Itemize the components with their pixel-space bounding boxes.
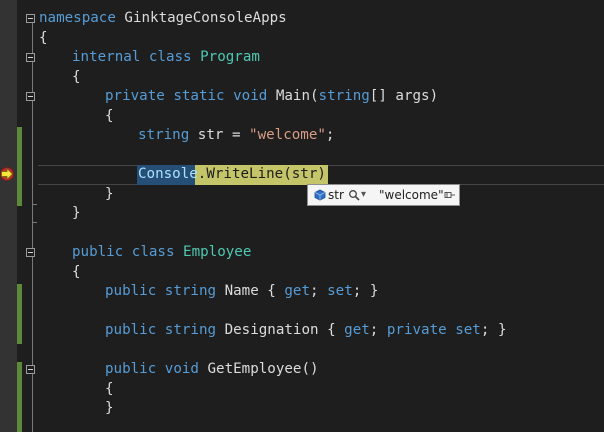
identifier: str = bbox=[189, 127, 250, 143]
variable-icon bbox=[314, 189, 326, 201]
keyword: get bbox=[284, 283, 311, 299]
code-line-name-prop[interactable]: public string Name { get; set; } bbox=[105, 282, 378, 302]
code-line-brace[interactable]: { bbox=[39, 29, 48, 49]
change-tracking-bar bbox=[17, 0, 22, 432]
collapse-minus-icon[interactable] bbox=[26, 92, 35, 101]
code-line-class-program[interactable]: internal class Program bbox=[72, 48, 260, 68]
code-line-designation-prop[interactable]: public string Designation { get; private… bbox=[105, 321, 506, 341]
keyword: public void bbox=[105, 361, 199, 377]
change-bar bbox=[17, 166, 22, 206]
code-editor[interactable]: namespace GinktageConsoleApps { internal… bbox=[0, 0, 604, 432]
code-line-writeline[interactable]: Console.WriteLine(str); bbox=[138, 165, 334, 185]
punctuation: ; } bbox=[352, 283, 379, 299]
identifier: [] args) bbox=[369, 88, 439, 104]
fold-end-tick bbox=[32, 222, 37, 223]
keyword: set bbox=[327, 283, 353, 299]
brace: { bbox=[72, 69, 81, 85]
code-line-string-decl[interactable]: string str = "welcome"; bbox=[138, 126, 334, 146]
current-statement-arrow-icon[interactable] bbox=[0, 165, 15, 183]
collapse-minus-icon[interactable] bbox=[26, 14, 35, 23]
code-line-main[interactable]: private static void Main(string[] args) bbox=[105, 87, 438, 107]
fold-end-tick bbox=[32, 204, 37, 205]
punctuation: ; } bbox=[480, 322, 507, 338]
code-line-brace[interactable]: { bbox=[105, 107, 114, 127]
indicator-margin[interactable] bbox=[0, 0, 17, 432]
punctuation: ; bbox=[310, 283, 328, 299]
punctuation: ; bbox=[369, 322, 387, 338]
keyword: string bbox=[164, 283, 217, 299]
keyword: get bbox=[344, 322, 370, 338]
change-bar bbox=[17, 127, 22, 167]
brace: } bbox=[105, 400, 114, 416]
code-line-class-employee[interactable]: public class Employee bbox=[72, 243, 251, 263]
collapse-minus-icon[interactable] bbox=[26, 365, 35, 374]
datatip-value[interactable]: "welcome" bbox=[379, 188, 444, 202]
change-bar bbox=[17, 362, 22, 432]
collapse-minus-icon[interactable] bbox=[26, 248, 35, 257]
keyword: string bbox=[138, 127, 190, 143]
punctuation: ; bbox=[325, 127, 335, 143]
brace: { bbox=[105, 108, 114, 124]
string-literal: "welcome" bbox=[249, 127, 326, 143]
code-line-namespace[interactable]: namespace GinktageConsoleApps bbox=[39, 9, 287, 29]
keyword: private static void bbox=[105, 88, 268, 104]
datatip-variable-name: str bbox=[328, 188, 344, 202]
magnifier-icon[interactable] bbox=[348, 189, 360, 201]
keyword: namespace bbox=[39, 10, 116, 26]
keyword: string bbox=[164, 322, 217, 338]
type-name: Program bbox=[200, 49, 260, 65]
keyword: public class bbox=[72, 244, 175, 260]
brace: } bbox=[105, 186, 114, 202]
code-line-brace[interactable]: { bbox=[105, 380, 114, 400]
keyword: public bbox=[105, 322, 157, 338]
identifier: Main( bbox=[267, 88, 319, 104]
keyword: private set bbox=[386, 322, 481, 338]
brace: { bbox=[105, 381, 114, 397]
code-line-brace[interactable]: } bbox=[105, 399, 114, 419]
type-name: Console bbox=[138, 166, 198, 182]
code-line-getemployee[interactable]: public void GetEmployee() bbox=[105, 360, 319, 380]
code-line-brace[interactable]: { bbox=[72, 68, 81, 88]
pin-icon[interactable] bbox=[444, 190, 456, 200]
keyword: string bbox=[318, 88, 370, 104]
brace: { bbox=[72, 264, 81, 280]
brace: } bbox=[72, 205, 81, 221]
code-line-brace[interactable]: { bbox=[72, 263, 81, 283]
change-bar bbox=[17, 284, 22, 344]
method-call: .WriteLine(str); bbox=[197, 166, 335, 182]
identifier: Designation { bbox=[216, 322, 345, 338]
identifier: GetEmployee() bbox=[198, 361, 319, 377]
code-line-brace[interactable]: } bbox=[72, 204, 81, 224]
datatip[interactable]: str ▾ "welcome" bbox=[307, 184, 460, 206]
collapse-minus-icon[interactable] bbox=[26, 53, 35, 62]
keyword: internal class bbox=[72, 49, 192, 65]
dropdown-arrow-icon[interactable]: ▾ bbox=[361, 185, 366, 205]
identifier: Name { bbox=[216, 283, 285, 299]
type-name: Employee bbox=[183, 244, 252, 260]
brace: { bbox=[39, 30, 48, 46]
keyword: public bbox=[105, 283, 157, 299]
code-line-brace[interactable]: } bbox=[105, 185, 114, 205]
identifier: GinktageConsoleApps bbox=[115, 10, 287, 26]
